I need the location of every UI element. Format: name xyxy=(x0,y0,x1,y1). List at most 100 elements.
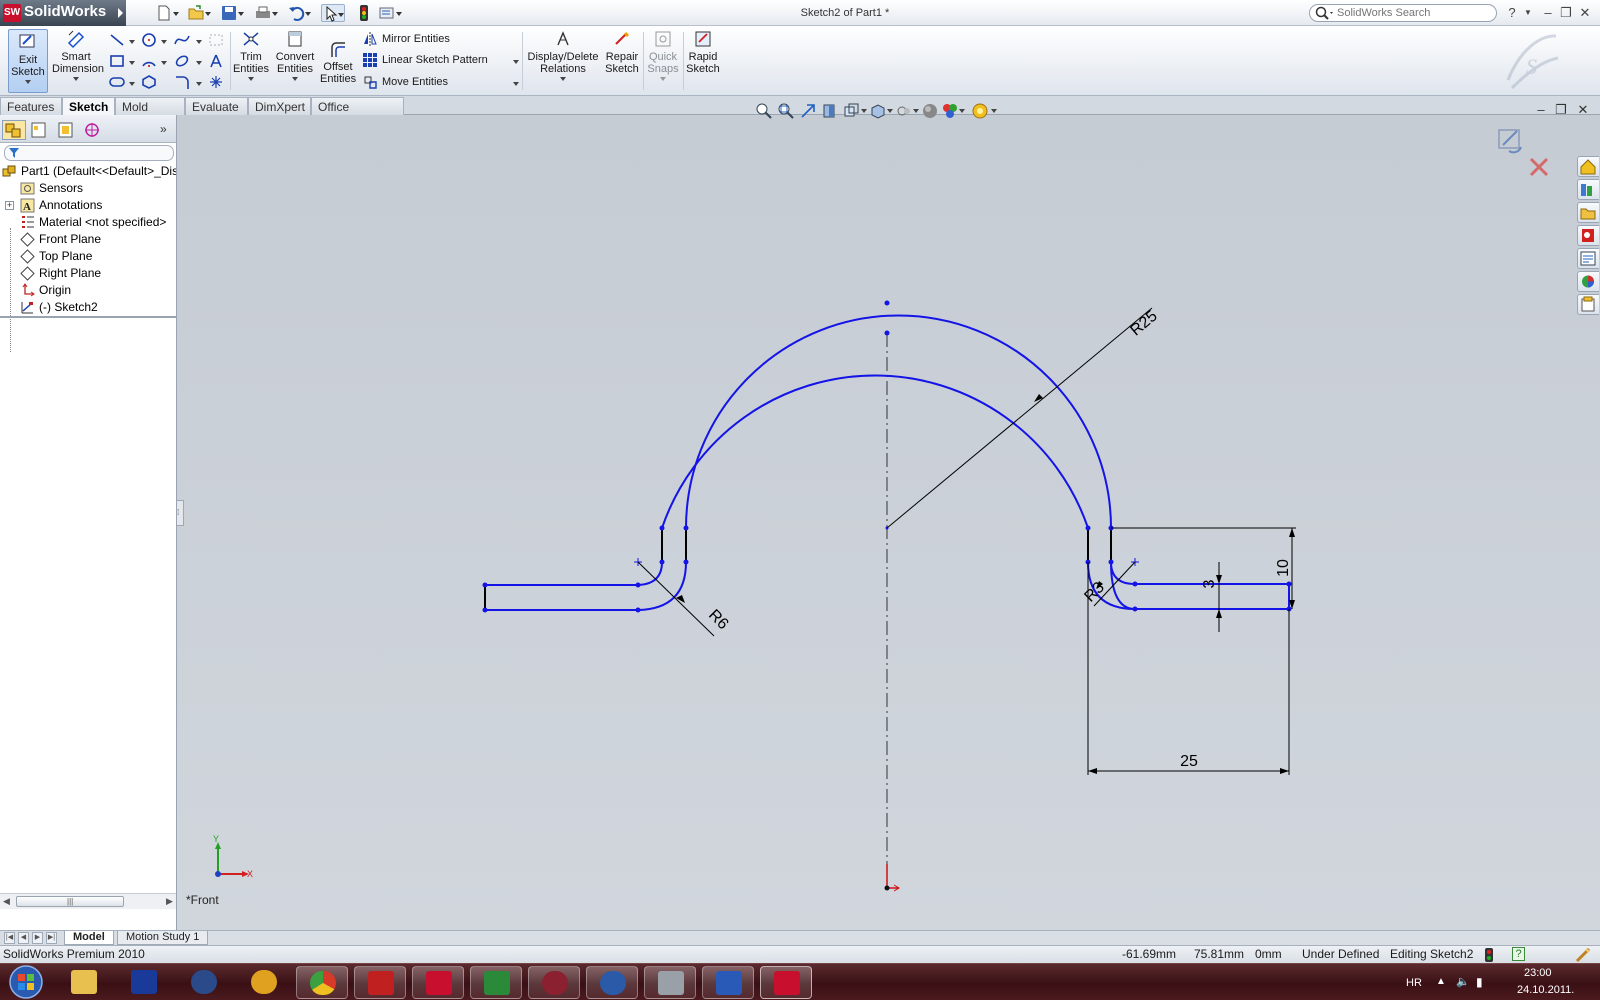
prev-tab-arrow-icon[interactable]: ◀ xyxy=(18,932,29,944)
panel-resize-handle[interactable]: ⁞ xyxy=(177,500,184,526)
windows-start-icon[interactable] xyxy=(4,964,48,1000)
display-delete-relations-button[interactable]: Display/Delete Relations xyxy=(526,29,600,81)
tree-filter-box[interactable] xyxy=(4,145,174,161)
solidworks-resources-tab[interactable] xyxy=(1577,156,1599,177)
offset-entities-button[interactable]: Offset Entities xyxy=(320,39,356,85)
tree-node-annotations[interactable]: + A Annotations xyxy=(0,197,176,214)
zoom-to-fit-icon[interactable] xyxy=(755,102,773,120)
trim-entities-button[interactable]: Trim Entities xyxy=(232,29,270,81)
tree-node-front-plane[interactable]: Front Plane xyxy=(0,231,176,248)
line-tool-button[interactable] xyxy=(109,32,125,48)
sketch-status[interactable]: Under Defined xyxy=(1302,946,1379,963)
taskbar-solidworks-1[interactable] xyxy=(412,966,464,999)
spline-tool-button[interactable] xyxy=(174,32,190,48)
clock-time[interactable]: 23:00 xyxy=(1524,967,1552,979)
fillet-tool-button[interactable] xyxy=(174,74,190,90)
point-tool-button[interactable] xyxy=(208,74,224,90)
taskbar-solidworks-2[interactable] xyxy=(528,966,580,999)
minimize-button[interactable]: – xyxy=(1539,4,1557,22)
tab-evaluate[interactable]: Evaluate xyxy=(185,97,248,115)
graphics-area[interactable] xyxy=(177,115,1600,930)
feature-manager-tab[interactable] xyxy=(2,120,26,140)
design-library-tab[interactable] xyxy=(1577,179,1599,200)
show-hidden-icons-icon[interactable]: ▲ xyxy=(1436,976,1446,987)
taskbar-app-2[interactable] xyxy=(118,966,170,999)
polygon-tool-button[interactable] xyxy=(141,74,157,90)
viewport-restore-button[interactable]: ❐ xyxy=(1553,103,1569,118)
sketch-picture-button[interactable] xyxy=(208,32,224,48)
section-view-icon[interactable] xyxy=(821,102,839,120)
help-dropdown-icon[interactable]: ▼ xyxy=(1519,4,1537,22)
view-settings-icon[interactable] xyxy=(971,102,989,120)
configuration-manager-tab[interactable] xyxy=(54,120,78,140)
view-orientation-icon[interactable] xyxy=(843,102,861,120)
close-button[interactable]: ✕ xyxy=(1576,4,1594,22)
rollback-icon[interactable] xyxy=(1575,947,1591,963)
dimxpert-manager-tab[interactable] xyxy=(80,120,104,140)
taskbar-app-3[interactable] xyxy=(178,966,230,999)
custom-properties-tab[interactable] xyxy=(1577,294,1599,315)
scroll-right-arrow-icon[interactable]: ▶ xyxy=(166,896,173,907)
appearances-tab[interactable] xyxy=(1577,271,1599,292)
tree-node-sensors[interactable]: Sensors xyxy=(0,180,176,197)
scroll-thumb[interactable]: ||| xyxy=(16,896,124,907)
first-tab-arrow-icon[interactable]: |◀ xyxy=(4,932,15,944)
taskbar-solidworks-active[interactable] xyxy=(760,966,812,999)
rapid-sketch-button[interactable]: Rapid Sketch xyxy=(685,29,721,75)
tree-node-sketch2[interactable]: (-) Sketch2 xyxy=(0,299,176,316)
tree-node-material[interactable]: Material <not specified> xyxy=(0,214,176,231)
file-explorer-tab[interactable] xyxy=(1577,202,1599,223)
smart-dimension-button[interactable]: Smart Dimension xyxy=(52,29,104,81)
exit-sketch-button[interactable]: Exit Sketch xyxy=(8,29,48,93)
last-tab-arrow-icon[interactable]: ▶| xyxy=(46,932,57,944)
tree-node-right-plane[interactable]: Right Plane xyxy=(0,265,176,282)
tab-model[interactable]: Model xyxy=(64,931,114,945)
previous-view-icon[interactable] xyxy=(799,102,817,120)
search-box[interactable] xyxy=(1309,4,1497,22)
taskbar-word[interactable] xyxy=(702,966,754,999)
scroll-left-arrow-icon[interactable]: ◀ xyxy=(3,896,10,907)
hide-show-items-icon[interactable] xyxy=(895,102,913,120)
convert-entities-button[interactable]: Convert Entities xyxy=(273,29,317,81)
network-icon[interactable]: ▮ xyxy=(1476,975,1483,989)
panel-splitter[interactable] xyxy=(0,316,176,318)
next-tab-arrow-icon[interactable]: ▶ xyxy=(32,932,43,944)
arc-tool-button[interactable] xyxy=(141,53,157,69)
ellipse-tool-button[interactable] xyxy=(174,53,190,69)
taskbar-chrome[interactable] xyxy=(296,966,348,999)
taskbar-printer[interactable] xyxy=(644,966,696,999)
repair-sketch-button[interactable]: Repair Sketch xyxy=(603,29,641,75)
cancel-sketch-corner-icon[interactable] xyxy=(1529,157,1549,177)
search-tab[interactable] xyxy=(1577,225,1599,246)
taskbar-explorer[interactable] xyxy=(58,966,110,999)
taskbar-app-4[interactable] xyxy=(238,966,290,999)
tree-node-top-plane[interactable]: Top Plane xyxy=(0,248,176,265)
restore-button[interactable]: ❐ xyxy=(1557,4,1575,22)
exit-sketch-corner-icon[interactable] xyxy=(1498,129,1522,154)
rectangle-tool-button[interactable] xyxy=(109,53,125,69)
taskbar-excel[interactable] xyxy=(470,966,522,999)
taskbar-acrobat[interactable] xyxy=(354,966,406,999)
rebuild-status-icon[interactable] xyxy=(1484,948,1494,962)
view-palette-tab[interactable] xyxy=(1577,248,1599,269)
tab-mold-tools[interactable]: Mold Tools xyxy=(115,97,185,128)
tree-node-part1[interactable]: Part1 (Default<<Default>_Display State 1… xyxy=(0,163,176,180)
search-input[interactable] xyxy=(1337,6,1492,20)
display-style-icon[interactable] xyxy=(869,102,887,120)
zoom-to-area-icon[interactable] xyxy=(777,102,795,120)
clock-date[interactable]: 24.10.2011. xyxy=(1517,984,1574,996)
tab-motion-study-1[interactable]: Motion Study 1 xyxy=(117,931,209,945)
volume-icon[interactable]: 🔈 xyxy=(1456,975,1470,988)
edit-appearance-icon[interactable] xyxy=(921,102,939,120)
taskbar-thunderbird[interactable] xyxy=(586,966,638,999)
tree-node-origin[interactable]: Origin xyxy=(0,282,176,299)
tab-features[interactable]: Features xyxy=(0,97,62,115)
panel-collapse-button[interactable]: » xyxy=(160,122,167,136)
viewport-close-button[interactable]: ✕ xyxy=(1575,103,1591,118)
language-indicator[interactable]: HR xyxy=(1406,977,1422,989)
tab-dimxpert[interactable]: DimXpert xyxy=(248,97,311,115)
slot-tool-button[interactable] xyxy=(109,74,125,90)
panel-horizontal-scrollbar[interactable]: ◀ ||| ▶ xyxy=(0,893,176,909)
quick-snaps-button[interactable]: Quick Snaps xyxy=(645,29,681,81)
tab-office-products[interactable]: Office Products xyxy=(311,97,404,128)
